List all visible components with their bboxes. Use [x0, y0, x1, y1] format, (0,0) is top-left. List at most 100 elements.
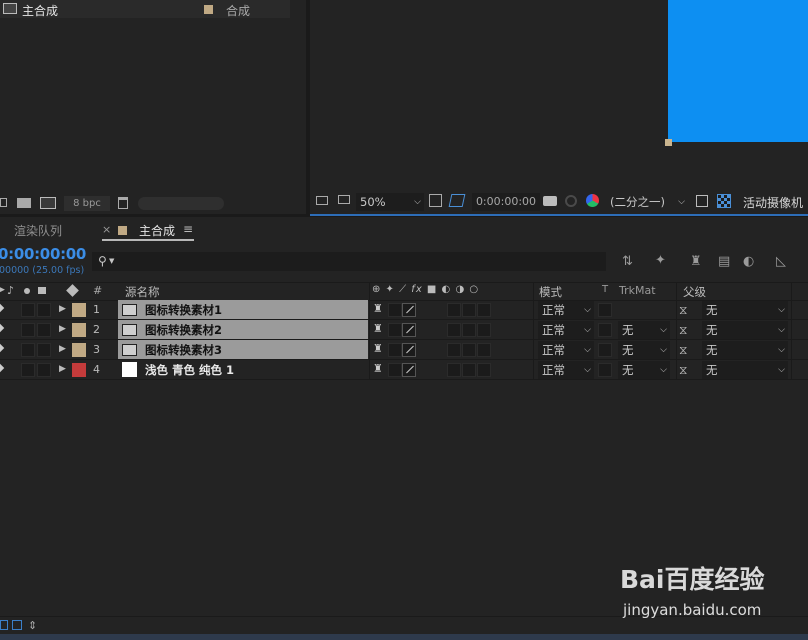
current-time-display[interactable]: 0:00:00:00 [0, 245, 86, 263]
always-preview-icon[interactable] [316, 196, 328, 205]
layer-row-4[interactable]: ▶ 4 浅色 青色 纯色 1 ♜ 正常 ⌵ 无 ⌵ ⧖ 无 ⌵ [0, 360, 808, 380]
lock-switch[interactable] [37, 303, 51, 317]
solid-layer-preview[interactable] [668, 0, 808, 142]
zoom-dropdown[interactable]: 50% ⌵ [356, 193, 424, 211]
audio-switch[interactable] [21, 303, 35, 317]
show-snapshot-icon[interactable] [565, 195, 577, 207]
layer-label-color[interactable] [72, 343, 86, 357]
parent-dropdown[interactable]: 无 ⌵ [702, 361, 788, 379]
trkmat-dropdown[interactable]: 无 ⌵ [618, 321, 670, 339]
motion-blur-switch[interactable] [462, 343, 476, 357]
shy-layers-icon[interactable]: ♜ [690, 254, 702, 270]
layer-name[interactable]: 图标转换素材2 [145, 320, 222, 340]
snapshot-camera-icon[interactable] [543, 196, 557, 206]
video-switch-icon[interactable]: ▶ [0, 285, 5, 295]
quality-switch[interactable] [402, 303, 416, 317]
lock-switch[interactable] [37, 323, 51, 337]
pick-whip-icon[interactable]: ⧖ [679, 363, 687, 378]
layer-row-3[interactable]: ▶ 3 图标转换素材3 ♜ 正常 ⌵ 无 ⌵ ⧖ 无 ⌵ [0, 340, 808, 360]
composition-mini-flowchart-icon[interactable]: ⇅ [622, 254, 633, 270]
3d-layer-switch[interactable] [477, 303, 491, 317]
collapse-switch[interactable] [388, 363, 402, 377]
transfer-controls-toggle-icon[interactable] [12, 620, 22, 630]
shy-switch[interactable]: ♜ [373, 302, 383, 315]
project-item-row[interactable]: 主合成 合成 [0, 0, 290, 18]
quality-switch[interactable] [402, 323, 416, 337]
trkmat-dropdown[interactable]: 无 ⌵ [618, 341, 670, 359]
shy-switch[interactable]: ♜ [373, 342, 383, 355]
layer-label-color[interactable] [72, 323, 86, 337]
bit-depth-button[interactable]: 8 bpc [64, 196, 110, 211]
visibility-toggle[interactable] [0, 303, 5, 313]
preserve-transparency-switch[interactable] [598, 343, 612, 357]
preserve-transparency-switch[interactable] [598, 303, 612, 317]
resolution-dropdown[interactable]: (二分之一) ⌵ [606, 193, 688, 211]
tab-close-icon[interactable]: × [102, 223, 111, 236]
visibility-toggle[interactable] [0, 363, 5, 373]
label-tag-icon[interactable] [66, 284, 79, 297]
solo-icon[interactable] [24, 288, 30, 294]
in-out-toggle-icon[interactable]: ⇕ [28, 619, 37, 632]
motion-blur-switch[interactable] [462, 303, 476, 317]
mask-visibility-icon[interactable] [448, 194, 466, 207]
interpret-footage-icon[interactable] [0, 198, 7, 207]
expand-triangle-icon[interactable]: ▶ [59, 344, 66, 354]
trash-icon[interactable] [118, 197, 128, 209]
effect-switch[interactable] [447, 363, 461, 377]
expand-triangle-icon[interactable]: ▶ [59, 324, 66, 334]
trkmat-dropdown[interactable]: 无 ⌵ [618, 361, 670, 379]
shy-switch[interactable]: ♜ [373, 322, 383, 335]
lock-icon[interactable] [38, 287, 46, 294]
pick-whip-icon[interactable]: ⧖ [679, 303, 687, 318]
mode-dropdown[interactable]: 正常 ⌵ [538, 341, 594, 359]
motion-blur-switch[interactable] [462, 363, 476, 377]
camera-dropdown[interactable]: 活动摄像机 [743, 194, 803, 211]
layer-name[interactable]: 图标转换素材3 [145, 340, 222, 360]
layer-row-2[interactable]: ▶ 2 图标转换素材2 ♜ 正常 ⌵ 无 ⌵ ⧖ 无 ⌵ [0, 320, 808, 340]
column-source-name[interactable]: 源名称 [125, 284, 160, 300]
visibility-toggle[interactable] [0, 343, 5, 353]
frame-blending-icon[interactable]: ▤ [718, 254, 730, 270]
3d-layer-switch[interactable] [477, 343, 491, 357]
transparency-grid-icon[interactable] [717, 194, 731, 208]
3d-layer-switch[interactable] [477, 363, 491, 377]
layer-handle[interactable] [665, 139, 672, 146]
mode-dropdown[interactable]: 正常 ⌵ [538, 301, 594, 319]
layer-switches-toggle-icon[interactable] [0, 620, 8, 630]
preserve-transparency-switch[interactable] [598, 323, 612, 337]
expand-triangle-icon[interactable]: ▶ [59, 304, 66, 314]
lock-switch[interactable] [37, 343, 51, 357]
audio-switch[interactable] [21, 343, 35, 357]
collapse-switch[interactable] [388, 343, 402, 357]
quality-switch[interactable] [402, 363, 416, 377]
lock-switch[interactable] [37, 363, 51, 377]
project-scrollbar[interactable] [138, 197, 224, 210]
collapse-switch[interactable] [388, 323, 402, 337]
tab-render-queue[interactable]: 渲染队列 [14, 222, 62, 239]
visibility-toggle[interactable] [0, 323, 5, 333]
effect-switch[interactable] [447, 303, 461, 317]
layer-name[interactable]: 图标转换素材1 [145, 300, 222, 320]
effect-switch[interactable] [447, 323, 461, 337]
mode-dropdown[interactable]: 正常 ⌵ [538, 361, 594, 379]
layer-label-color[interactable] [72, 363, 86, 377]
tab-main-comp[interactable]: 主合成 [139, 222, 175, 239]
draft-3d-icon[interactable]: ✦ [655, 253, 666, 269]
3d-layer-switch[interactable] [477, 323, 491, 337]
effect-switch[interactable] [447, 343, 461, 357]
tab-menu-icon[interactable]: ≡ [183, 222, 193, 236]
layer-search-input[interactable]: ⚲ ▼ [92, 252, 606, 271]
preserve-transparency-switch[interactable] [598, 363, 612, 377]
pick-whip-icon[interactable]: ⧖ [679, 323, 687, 338]
new-composition-icon[interactable] [40, 197, 56, 209]
layer-label-color[interactable] [72, 303, 86, 317]
region-of-interest-icon[interactable] [696, 195, 708, 207]
grid-icon[interactable] [429, 194, 442, 207]
audio-icon[interactable]: ♪ [7, 284, 14, 297]
audio-switch[interactable] [21, 363, 35, 377]
quality-switch[interactable] [402, 343, 416, 357]
shy-switch[interactable]: ♜ [373, 362, 383, 375]
monitor-icon[interactable] [338, 195, 350, 204]
layer-row-1[interactable]: ▶ 1 图标转换素材1 ♜ 正常 ⌵ ⧖ 无 ⌵ [0, 300, 808, 320]
collapse-switch[interactable] [388, 303, 402, 317]
